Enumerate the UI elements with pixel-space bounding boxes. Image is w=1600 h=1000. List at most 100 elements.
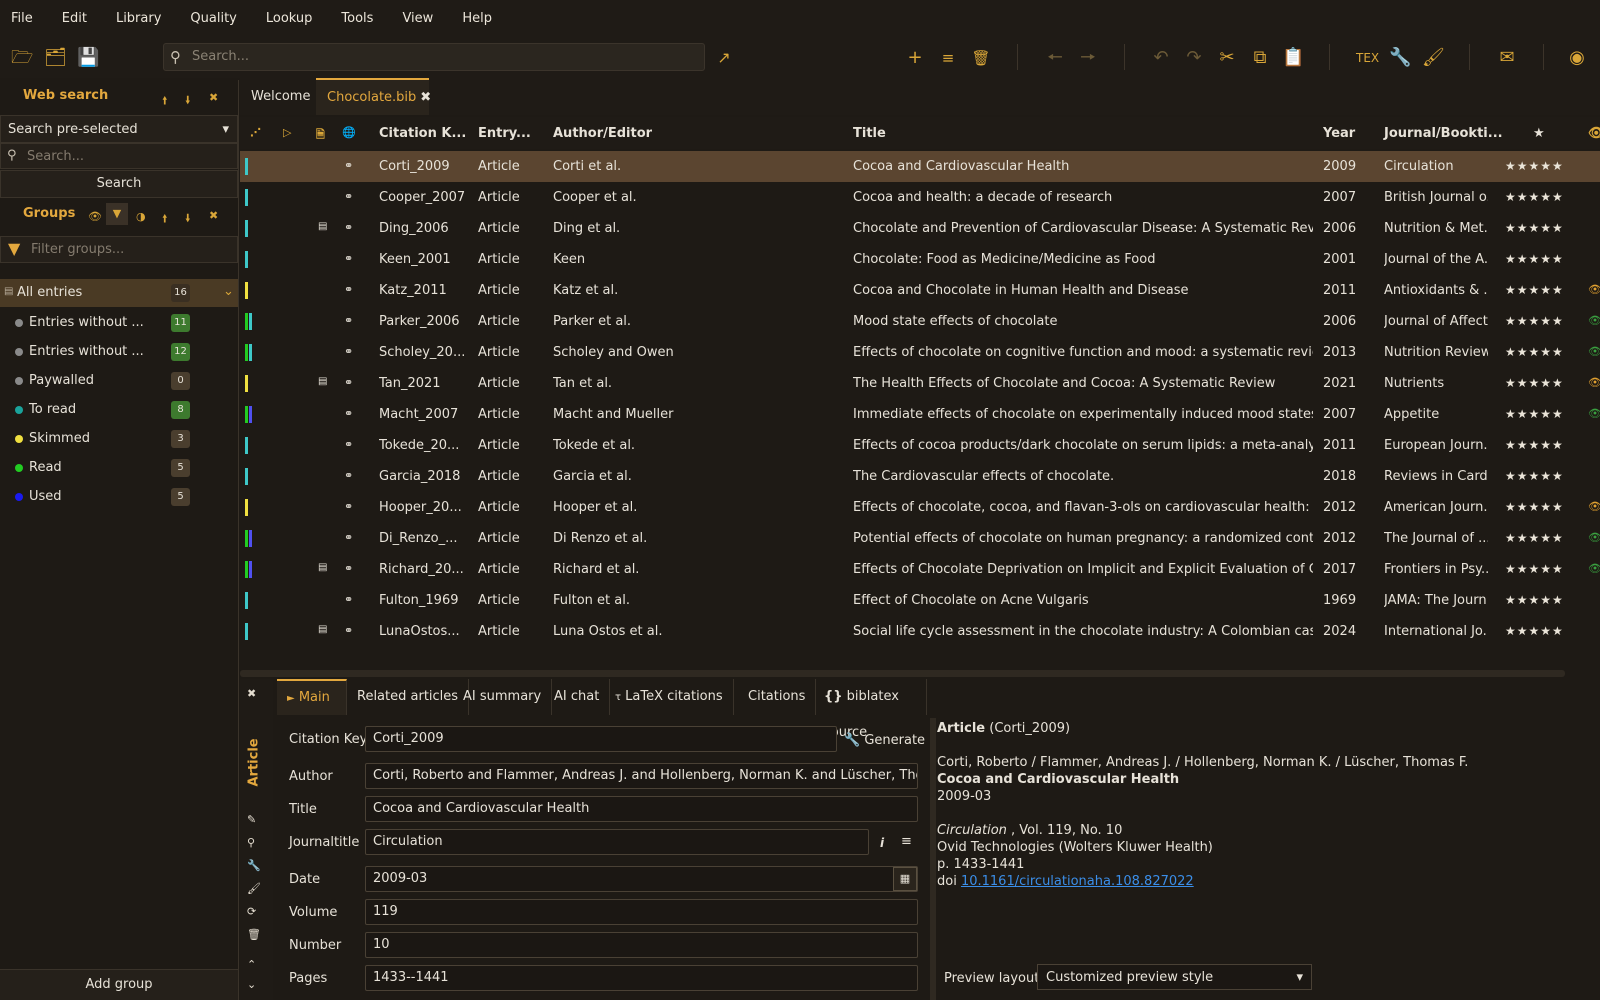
rating-stars[interactable]: ★★★★★: [1505, 190, 1564, 204]
pdf-file-icon[interactable]: ▤: [318, 376, 327, 387]
table-row[interactable]: ▤ ⚭ LunaOstos... Article Luna Ostos et al. So…: [240, 616, 1600, 647]
column-author[interactable]: Author/Editor: [553, 126, 652, 141]
add-group-button[interactable]: Add group: [0, 969, 238, 1000]
rating-stars[interactable]: ★★★★★: [1505, 624, 1564, 638]
delete-icon[interactable]: 🗑: [970, 47, 992, 69]
filter-groups-input[interactable]: ▼ Filter groups...: [0, 236, 238, 263]
table-row[interactable]: ⚭ Corti_2009 Article Corti et al. Cocoa and …: [240, 151, 1600, 182]
rating-stars[interactable]: ★★★★★: [1505, 283, 1564, 297]
vertical-splitter[interactable]: [930, 718, 936, 1000]
arrow-down-icon[interactable]: 🠛: [185, 210, 191, 229]
link-icon[interactable]: ⚭: [344, 314, 353, 327]
tab-latex-citations[interactable]: τ LaTeX citations: [605, 679, 734, 715]
back-icon[interactable]: 🠔: [1044, 47, 1066, 69]
clean-icon[interactable]: 🖌: [247, 882, 261, 895]
web-search-button[interactable]: Search: [0, 170, 238, 198]
tex-icon[interactable]: TEX: [1356, 47, 1379, 69]
add-entry-icon[interactable]: +: [904, 47, 926, 69]
link-icon[interactable]: ⚭: [344, 190, 353, 203]
link-icon[interactable]: ⚭: [344, 500, 353, 513]
pdf-file-icon[interactable]: ▤: [318, 562, 327, 573]
link-icon[interactable]: ⚭: [344, 438, 353, 451]
group-item[interactable]: Entries without ... 11: [0, 309, 238, 337]
column-year[interactable]: Year: [1323, 126, 1355, 141]
menu-view[interactable]: View: [402, 11, 433, 26]
rating-stars[interactable]: ★★★★★: [1505, 314, 1564, 328]
column-title[interactable]: Title: [853, 126, 886, 141]
arrow-down-icon[interactable]: 🠛: [185, 92, 191, 111]
table-row[interactable]: ▤ ⚭ Tan_2021 Article Tan et al. The Health Ef…: [240, 368, 1600, 399]
close-icon[interactable]: ✖: [209, 209, 218, 222]
paste-icon[interactable]: 📋: [1282, 47, 1304, 69]
github-icon[interactable]: ◉: [1566, 47, 1588, 69]
number-field[interactable]: 10: [365, 932, 918, 958]
menu-lookup[interactable]: Lookup: [266, 11, 313, 26]
link-icon[interactable]: ⚭: [344, 531, 353, 544]
rating-stars[interactable]: ★★★★★: [1505, 500, 1564, 514]
link-icon[interactable]: ⚭: [344, 252, 353, 265]
eye-icon[interactable]: 👁: [1588, 531, 1600, 544]
link-icon[interactable]: ⚭: [344, 345, 353, 358]
tab-citations[interactable]: Citations: [738, 679, 817, 715]
refresh-icon[interactable]: ⟳: [247, 905, 256, 918]
table-row[interactable]: ⚭ Katz_2011 Article Katz et al. Cocoa and Ch…: [240, 275, 1600, 306]
forward-icon[interactable]: 🠖: [1077, 47, 1099, 69]
citation-key-field[interactable]: Corti_2009: [365, 726, 837, 752]
rating-stars[interactable]: ★★★★★: [1505, 407, 1564, 421]
pdf-file-icon[interactable]: ▤: [318, 221, 327, 232]
group-item[interactable]: Skimmed 3: [0, 425, 238, 453]
rating-stars[interactable]: ★★★★★: [1505, 593, 1564, 607]
delete-icon[interactable]: 🗑: [247, 928, 261, 941]
table-row[interactable]: ⚭ Fulton_1969 Article Fulton et al. Effect o…: [240, 585, 1600, 616]
table-row[interactable]: ⚭ Scholey_20... Article Scholey and Owen Eff…: [240, 337, 1600, 368]
rating-stars[interactable]: ★★★★★: [1505, 376, 1564, 390]
label-icon[interactable]: ▷: [283, 126, 291, 139]
link-icon[interactable]: ⚭: [344, 159, 353, 172]
tab-ai-summary[interactable]: AI summary: [453, 679, 553, 715]
group-item[interactable]: Read 5: [0, 454, 238, 482]
tab-ai-chat[interactable]: AI chat: [544, 679, 611, 715]
eye-icon[interactable]: 👁: [1588, 283, 1600, 296]
tab-welcome[interactable]: Welcome: [240, 78, 321, 115]
link-icon[interactable]: ⚭: [344, 593, 353, 606]
key-icon[interactable]: 🔧: [247, 859, 261, 872]
close-tab-icon[interactable]: ✖: [420, 90, 431, 105]
table-row[interactable]: ▤ ⚭ Richard_20... Article Richard et al. Effe…: [240, 554, 1600, 585]
eye-icon[interactable]: 👁: [1588, 500, 1600, 513]
rating-stars[interactable]: ★★★★★: [1505, 221, 1564, 235]
web-search-input[interactable]: ⚲ Search...: [0, 143, 238, 169]
eye-icon[interactable]: 👁: [1588, 376, 1600, 389]
close-icon[interactable]: ✖: [247, 687, 256, 700]
eye-icon[interactable]: 👁: [1588, 314, 1600, 327]
author-field[interactable]: Corti, Roberto and Flammer, Andreas J. a…: [365, 763, 918, 789]
column-journal[interactable]: Journal/Bookti...: [1384, 126, 1503, 141]
table-row[interactable]: ⚭ Garcia_2018 Article Garcia et al. The Card…: [240, 461, 1600, 492]
tab-related-articles[interactable]: Related articles: [347, 679, 470, 715]
star-icon[interactable]: ★: [1533, 126, 1545, 141]
journaltitle-field[interactable]: Circulation: [365, 829, 869, 855]
add-multiple-icon[interactable]: ≡: [937, 47, 959, 69]
preview-layout-select[interactable]: Customized preview style ▾: [1037, 964, 1312, 990]
file-icon[interactable]: 🗎: [316, 126, 325, 145]
key-icon[interactable]: 🔧: [1389, 47, 1411, 69]
group-all-entries[interactable]: ▤ All entries 16 ⌄: [0, 279, 238, 307]
menu-help[interactable]: Help: [462, 11, 492, 26]
menu-quality[interactable]: Quality: [190, 11, 236, 26]
tab-chocolate-bib[interactable]: Chocolate.bib ✖: [316, 78, 431, 115]
clean-icon[interactable]: 🖌: [1422, 47, 1445, 69]
close-icon[interactable]: ✖: [209, 91, 218, 104]
open-external-icon[interactable]: ↗: [713, 47, 735, 69]
tab-biblatex-source[interactable]: {} biblatex source: [814, 679, 927, 740]
link-icon[interactable]: ⚭: [344, 624, 353, 637]
table-row[interactable]: ⚭ Macht_2007 Article Macht and Mueller Immed…: [240, 399, 1600, 430]
open-library-icon[interactable]: 🗂: [44, 47, 67, 69]
edit-icon[interactable]: ✎: [247, 813, 256, 826]
eye-icon[interactable]: 👁: [1588, 407, 1600, 420]
chevron-down-icon[interactable]: ⌄: [223, 284, 234, 299]
arrow-up-icon[interactable]: 🠙: [162, 210, 168, 229]
justify-icon[interactable]: ≡: [901, 834, 912, 849]
rating-stars[interactable]: ★★★★★: [1505, 469, 1564, 483]
tab-main[interactable]: ► Main: [277, 679, 347, 715]
table-row[interactable]: ⚭ Hooper_20... Article Hooper et al. Effects…: [240, 492, 1600, 523]
table-row[interactable]: ⚭ Cooper_2007 Article Cooper et al. Cocoa an…: [240, 182, 1600, 213]
